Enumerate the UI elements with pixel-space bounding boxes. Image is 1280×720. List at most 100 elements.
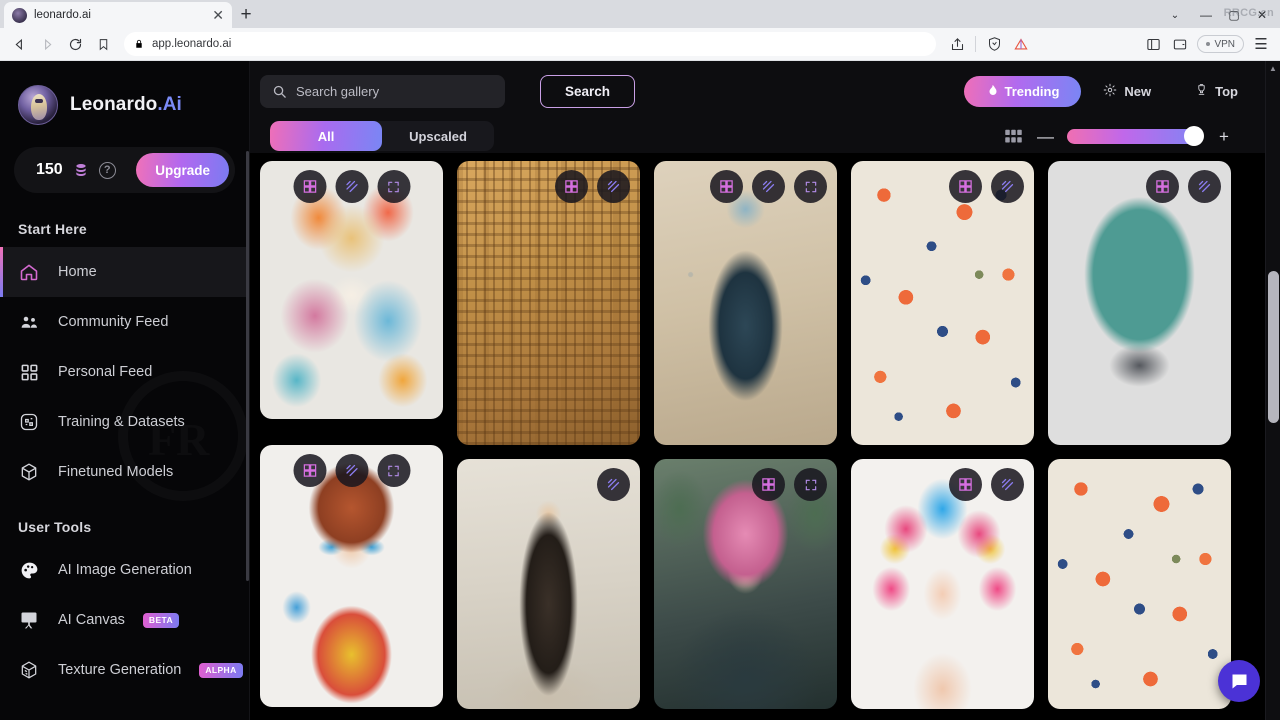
card-action-group — [597, 468, 630, 501]
sidebar-item-home[interactable]: Home — [0, 247, 249, 297]
variations-icon[interactable] — [293, 170, 326, 203]
search-button[interactable]: Search — [540, 74, 635, 108]
variations-icon[interactable] — [293, 454, 326, 487]
gallery-card-egyptian-hieroglyph-wall[interactable] — [457, 161, 640, 445]
browser-tab[interactable]: leonardo.ai ✕ — [4, 2, 232, 28]
sparkle-icon — [1103, 83, 1117, 100]
brave-leo-icon[interactable] — [1008, 31, 1034, 57]
avatar — [18, 85, 58, 125]
gallery-card-orange-floral-pattern-2[interactable] — [1048, 459, 1231, 709]
browser-menu-icon[interactable]: ☰ — [1248, 31, 1274, 57]
variations-icon[interactable] — [752, 468, 785, 501]
gallery-card-dark-sorceress-sheet[interactable] — [457, 459, 640, 709]
unzoom-icon[interactable] — [752, 170, 785, 203]
unzoom-icon[interactable] — [1188, 170, 1221, 203]
chevron-down-icon[interactable]: ⌄ — [1158, 2, 1192, 28]
leonardo-favicon-icon — [12, 7, 27, 23]
card-action-group — [555, 170, 630, 203]
unzoom-icon[interactable] — [335, 170, 368, 203]
expand-icon[interactable] — [377, 454, 410, 487]
search-input[interactable] — [296, 83, 493, 99]
gallery-card-orange-blue-floral-pattern[interactable] — [851, 161, 1034, 445]
grid-layout-icon[interactable] — [1004, 129, 1023, 144]
page-scrollbar[interactable]: ▲ — [1265, 61, 1280, 720]
toolbar-divider — [975, 36, 977, 52]
scrollbar-thumb[interactable] — [1268, 271, 1279, 423]
browser-toolbar: app.leonardo.ai VPN ☰ — [0, 28, 1280, 61]
generated-image — [1048, 459, 1231, 709]
sidebar-toggle-icon[interactable] — [1140, 31, 1166, 57]
tab-all[interactable]: All — [270, 121, 382, 151]
sidebar-scrollbar[interactable] — [246, 151, 249, 581]
variations-icon[interactable] — [949, 170, 982, 203]
forward-icon[interactable] — [34, 31, 60, 57]
toolbar-actions: VPN ☰ — [944, 31, 1274, 57]
generated-image — [851, 161, 1034, 445]
upgrade-button[interactable]: Upgrade — [136, 153, 229, 187]
help-icon[interactable]: ? — [98, 161, 116, 179]
token-coin-icon — [73, 162, 89, 178]
sidebar-item-personal-feed[interactable]: Personal Feed — [0, 347, 249, 397]
tab-upscaled[interactable]: Upscaled — [382, 121, 494, 151]
sidebar-item-label: Training & Datasets — [58, 414, 185, 430]
expand-icon[interactable] — [794, 468, 827, 501]
zoom-slider-knob[interactable] — [1184, 126, 1204, 146]
search-field[interactable] — [260, 74, 505, 108]
unzoom-icon[interactable] — [597, 468, 630, 501]
zoom-controls: — + — [1004, 126, 1260, 146]
address-bar[interactable]: app.leonardo.ai — [124, 32, 937, 56]
share-icon[interactable] — [944, 31, 970, 57]
zoom-out-button[interactable]: — — [1037, 128, 1054, 145]
gallery-card-girl-with-blue-glasses[interactable] — [260, 445, 443, 707]
card-action-group — [752, 468, 827, 501]
dataset-icon — [18, 411, 40, 433]
brave-wallet-icon[interactable] — [1167, 31, 1193, 57]
chat-bubble-icon[interactable] — [1218, 660, 1260, 702]
filter-trending[interactable]: Trending — [963, 75, 1082, 107]
variations-icon[interactable] — [710, 170, 743, 203]
gallery-card-koala-riding-bicycle[interactable] — [1048, 161, 1231, 445]
filter-new[interactable]: New — [1081, 76, 1173, 107]
sidebar-item-ai-image-generation[interactable]: AI Image Generation — [0, 545, 249, 595]
gallery-card-pink-haired-fantasy-woman[interactable] — [654, 459, 837, 709]
card-action-group — [949, 170, 1024, 203]
variations-icon[interactable] — [1146, 170, 1179, 203]
filter-top[interactable]: Top — [1173, 76, 1260, 107]
reload-icon[interactable] — [62, 31, 88, 57]
unzoom-icon[interactable] — [991, 468, 1024, 501]
back-icon[interactable] — [6, 31, 32, 57]
zoom-in-button[interactable]: + — [1216, 128, 1232, 145]
minimize-button[interactable]: — — [1192, 2, 1220, 28]
brave-shields-icon[interactable] — [981, 31, 1007, 57]
sidebar-item-finetuned-models[interactable]: Finetuned Models — [0, 447, 249, 497]
unzoom-icon[interactable] — [597, 170, 630, 203]
unzoom-icon[interactable] — [335, 454, 368, 487]
vpn-status-badge[interactable]: VPN — [1197, 35, 1244, 53]
generated-image — [457, 161, 640, 445]
tab-strip: leonardo.ai ✕ + ⌄ — ▢ ✕ RRCG.cn — [0, 0, 1280, 28]
sidebar-item-ai-canvas[interactable]: AI Canvas BETA — [0, 595, 249, 645]
new-tab-button[interactable]: + — [232, 2, 260, 28]
gallery-card-rainbow-hair-portrait[interactable] — [851, 459, 1034, 709]
window-close-button[interactable]: ✕ — [1248, 2, 1276, 28]
expand-icon[interactable] — [794, 170, 827, 203]
sidebar-item-community-feed[interactable]: Community Feed — [0, 297, 249, 347]
card-action-group — [949, 468, 1024, 501]
sidebar-item-texture-generation[interactable]: Texture Generation ALPHA — [0, 645, 249, 695]
close-icon[interactable]: ✕ — [212, 8, 224, 22]
gallery-card-watercolor-lion-sunglasses[interactable] — [260, 161, 443, 419]
gallery-card-blue-haired-warrior[interactable] — [654, 161, 837, 445]
expand-icon[interactable] — [377, 170, 410, 203]
zoom-slider[interactable] — [1067, 126, 1204, 146]
variations-icon[interactable] — [949, 468, 982, 501]
variations-icon[interactable] — [555, 170, 588, 203]
texture-cube-icon — [18, 659, 40, 681]
maximize-button[interactable]: ▢ — [1220, 2, 1248, 28]
unzoom-icon[interactable] — [991, 170, 1024, 203]
bookmark-icon[interactable] — [90, 31, 116, 57]
brand[interactable]: Leonardo.Ai — [0, 61, 249, 125]
scroll-up-arrow-icon[interactable]: ▲ — [1266, 61, 1280, 76]
generated-image — [654, 161, 837, 445]
gallery-scroll-area[interactable]: RRCG 人人素材 — [250, 153, 1280, 720]
sidebar-item-training-datasets[interactable]: Training & Datasets — [0, 397, 249, 447]
